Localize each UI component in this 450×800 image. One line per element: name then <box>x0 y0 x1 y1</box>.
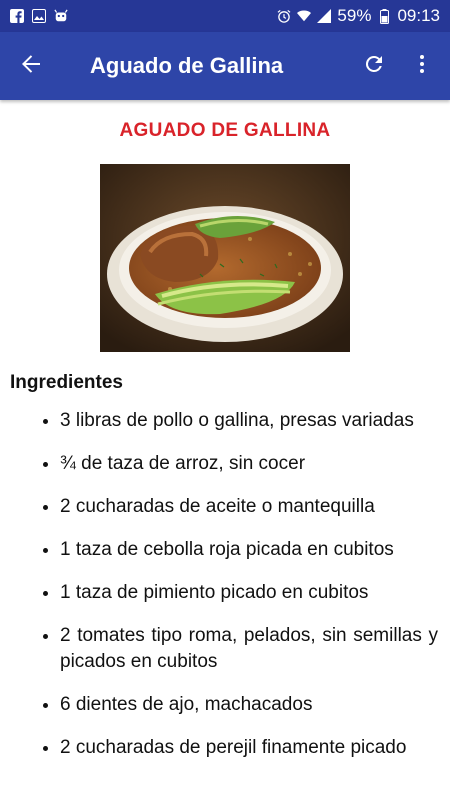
list-item: 2 tomates tipo roma, pelados, sin semill… <box>60 623 438 675</box>
clock: 09:13 <box>397 6 440 25</box>
recipe-content[interactable]: AGUADO DE GALLINA Ingredientes • 3 libra… <box>0 100 450 800</box>
arrow-left-icon <box>20 53 42 80</box>
refresh-icon <box>362 52 386 81</box>
android-icon <box>54 9 68 23</box>
status-bar: 59% 09:13 <box>0 0 450 32</box>
wifi-icon <box>297 9 312 23</box>
recipe-title: AGUADO DE GALLINA <box>119 120 331 141</box>
list-item: 6 dientes de ajo, machacados <box>60 692 438 718</box>
notification-icons <box>10 9 68 23</box>
battery-percent: 59% <box>337 6 372 25</box>
ingredients-heading: Ingredientes <box>10 372 123 393</box>
overflow-menu-button[interactable] <box>398 32 446 100</box>
battery-icon <box>377 8 391 24</box>
recipe-photo <box>100 164 350 352</box>
back-button[interactable] <box>0 32 62 100</box>
refresh-button[interactable] <box>350 32 398 100</box>
alarm-icon <box>277 9 291 23</box>
app-bar: Aguado de Gallina <box>0 32 450 100</box>
page-title: Aguado de Gallina <box>90 53 284 78</box>
list-item: 1 taza de pimiento picado en cubitos <box>60 580 438 606</box>
system-status: 59% 09:13 <box>277 6 440 26</box>
list-item: 3 libras de pollo o gallina, presas vari… <box>60 408 438 434</box>
signal-icon <box>317 9 332 23</box>
image-icon <box>32 9 46 23</box>
more-vert-icon <box>410 52 434 81</box>
list-item: 2 cucharadas de aceite o mantequilla <box>60 494 438 520</box>
list-item: ¾ de taza de arroz, sin cocer <box>60 451 438 477</box>
ingredients-list: 3 libras de pollo o gallina, presas vari… <box>0 408 450 761</box>
list-item: 1 taza de cebolla roja picada en cubitos <box>60 537 438 563</box>
list-item: 2 cucharadas de perejil finamente picado <box>60 735 438 761</box>
facebook-icon <box>10 9 24 23</box>
